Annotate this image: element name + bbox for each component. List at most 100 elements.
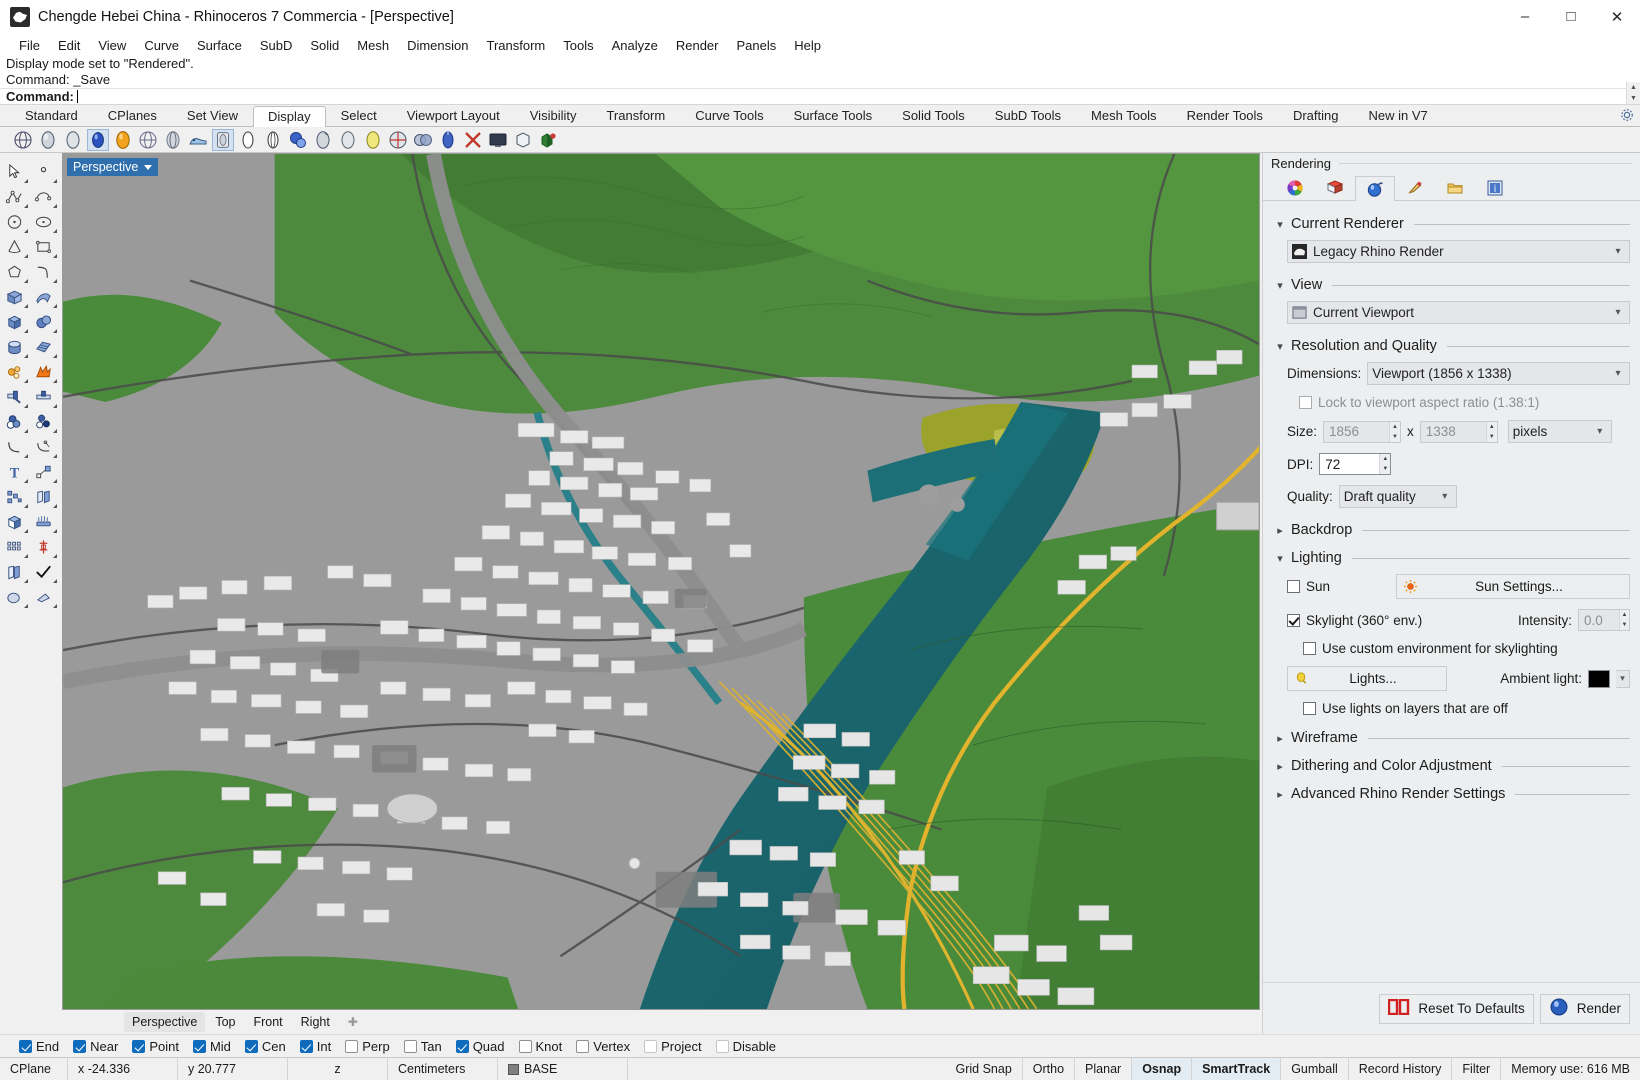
maximize-button[interactable]: □ bbox=[1548, 0, 1594, 34]
stepper-down-icon[interactable]: ▼ bbox=[1390, 432, 1400, 442]
xray-yellow-icon[interactable] bbox=[362, 129, 384, 151]
materials-tab[interactable] bbox=[1275, 175, 1315, 200]
size-units-select[interactable]: pixels ▾ bbox=[1507, 420, 1612, 443]
scale-icon[interactable] bbox=[29, 459, 58, 484]
command-prompt[interactable]: Command: bbox=[0, 88, 1640, 104]
view-select[interactable]: Current Viewport ▾ bbox=[1287, 301, 1630, 324]
osnap-knot[interactable]: Knot bbox=[514, 1039, 568, 1054]
polyline-icon[interactable] bbox=[0, 184, 29, 209]
shaded-ghosted-icon[interactable] bbox=[62, 129, 84, 151]
status-osnap[interactable]: Osnap bbox=[1132, 1058, 1193, 1080]
intensity-stepper[interactable]: 0.0 ▲ ▼ bbox=[1578, 609, 1630, 631]
fillet-icon[interactable] bbox=[0, 434, 29, 459]
chevron-right-icon[interactable]: ▸ bbox=[1275, 524, 1285, 537]
ambient-light-swatch[interactable] bbox=[1588, 669, 1610, 688]
chevron-down-icon[interactable]: ▾ bbox=[1275, 279, 1285, 292]
lights-array-icon[interactable] bbox=[29, 509, 58, 534]
curve-icon[interactable] bbox=[29, 184, 58, 209]
tab-solid-tools[interactable]: Solid Tools bbox=[887, 105, 980, 126]
rendered-icon[interactable] bbox=[87, 128, 109, 151]
osnap-near-checkbox[interactable] bbox=[73, 1039, 87, 1053]
cycles-icon[interactable] bbox=[437, 129, 459, 151]
tab-standard[interactable]: Standard bbox=[10, 105, 93, 126]
osnap-project-checkbox[interactable] bbox=[644, 1039, 658, 1053]
boolean-difference-icon[interactable] bbox=[29, 409, 58, 434]
viewport-label[interactable]: Perspective bbox=[67, 158, 159, 176]
boolean-flame-icon[interactable] bbox=[29, 359, 58, 384]
size-width-stepper[interactable]: 1856 ▲ ▼ bbox=[1323, 420, 1402, 443]
ellipse-icon[interactable] bbox=[29, 209, 58, 234]
osnap-point-checkbox[interactable] bbox=[132, 1039, 146, 1053]
status-cplane[interactable]: CPlane bbox=[0, 1058, 68, 1080]
gear-icon[interactable] bbox=[1620, 108, 1634, 122]
render-box-icon[interactable] bbox=[0, 509, 29, 534]
close-button[interactable]: ✕ bbox=[1594, 0, 1640, 34]
explode-icon[interactable] bbox=[0, 359, 29, 384]
chevron-down-icon[interactable] bbox=[144, 164, 153, 170]
osnap-mid-checkbox[interactable] bbox=[192, 1039, 206, 1053]
menu-view[interactable]: View bbox=[89, 36, 135, 55]
layer-icon[interactable] bbox=[0, 559, 29, 584]
viewport-tab-perspective[interactable]: Perspective bbox=[124, 1012, 206, 1032]
circle-icon[interactable] bbox=[0, 209, 29, 234]
viewport-tab-front[interactable]: Front bbox=[245, 1012, 290, 1032]
arctic-icon[interactable] bbox=[112, 129, 134, 151]
fillet-surface-icon[interactable] bbox=[29, 434, 58, 459]
xray-icon[interactable] bbox=[162, 129, 184, 151]
technical-icon[interactable] bbox=[187, 129, 209, 151]
osnap-int-checkbox[interactable] bbox=[299, 1039, 313, 1053]
semitransparent-icon[interactable] bbox=[137, 129, 159, 151]
osnap-knot-checkbox[interactable] bbox=[518, 1039, 532, 1053]
shade-icon[interactable] bbox=[0, 584, 29, 609]
select-arrow-icon[interactable] bbox=[0, 159, 29, 184]
status-layer[interactable]: BASE bbox=[498, 1058, 628, 1080]
tab-subd-tools[interactable]: SubD Tools bbox=[980, 105, 1076, 126]
chevron-down-icon[interactable]: ▾ bbox=[1593, 426, 1607, 437]
osnap-near[interactable]: Near bbox=[68, 1039, 123, 1054]
lock-aspect-checkbox[interactable] bbox=[1299, 396, 1312, 409]
artistic-icon[interactable] bbox=[212, 128, 234, 151]
osnap-tan-checkbox[interactable] bbox=[403, 1039, 417, 1053]
reset-to-defaults-button[interactable]: Reset To Defaults bbox=[1379, 993, 1534, 1024]
command-scrollbar[interactable]: ▲ ▼ bbox=[1626, 82, 1640, 104]
size-height-stepper[interactable]: 1338 ▲ ▼ bbox=[1419, 420, 1498, 443]
osnap-point[interactable]: Point bbox=[127, 1039, 184, 1054]
tab-set-view[interactable]: Set View bbox=[172, 105, 253, 126]
menu-edit[interactable]: Edit bbox=[49, 36, 89, 55]
minimize-button[interactable]: – bbox=[1502, 0, 1548, 34]
stepper-down-icon[interactable]: ▼ bbox=[1487, 432, 1497, 442]
tab-surface-tools[interactable]: Surface Tools bbox=[779, 105, 888, 126]
tab-cplanes[interactable]: CPlanes bbox=[93, 105, 172, 126]
menu-solid[interactable]: Solid bbox=[301, 36, 348, 55]
surface-array-icon[interactable] bbox=[29, 334, 58, 359]
status-grid-snap[interactable]: Grid Snap bbox=[946, 1058, 1023, 1080]
offset-icon[interactable] bbox=[29, 484, 58, 509]
chevron-right-icon[interactable]: ▸ bbox=[1275, 788, 1285, 801]
osnap-project[interactable]: Project bbox=[639, 1039, 706, 1054]
render-button[interactable]: Render bbox=[1539, 993, 1630, 1024]
stepper-up-icon[interactable]: ▲ bbox=[1620, 610, 1629, 620]
lights-button[interactable]: Lights... bbox=[1287, 666, 1447, 691]
tab-drafting[interactable]: Drafting bbox=[1278, 105, 1354, 126]
stepper-down-icon[interactable]: ▼ bbox=[1620, 620, 1629, 630]
menu-surface[interactable]: Surface bbox=[188, 36, 251, 55]
menu-analyze[interactable]: Analyze bbox=[603, 36, 667, 55]
use-lights-off-layers-checkbox[interactable] bbox=[1303, 702, 1316, 715]
sphere-icon[interactable] bbox=[29, 309, 58, 334]
osnap-cen-checkbox[interactable] bbox=[244, 1039, 258, 1053]
status-filter[interactable]: Filter bbox=[1452, 1058, 1502, 1080]
pen-icon[interactable] bbox=[237, 129, 259, 151]
rendering-tab[interactable] bbox=[1355, 176, 1395, 201]
dimensions-select[interactable]: Viewport (1856 x 1338) ▾ bbox=[1367, 362, 1630, 385]
osnap-perp-checkbox[interactable] bbox=[345, 1039, 359, 1053]
menu-mesh[interactable]: Mesh bbox=[348, 36, 398, 55]
sun-checkbox[interactable] bbox=[1287, 580, 1300, 593]
array-icon[interactable] bbox=[0, 484, 29, 509]
menu-tools[interactable]: Tools bbox=[554, 36, 602, 55]
shade-selected-icon[interactable] bbox=[287, 129, 309, 151]
chevron-right-icon[interactable]: ▸ bbox=[1275, 732, 1285, 745]
preview-sphere-icon[interactable] bbox=[412, 129, 434, 151]
menu-help[interactable]: Help bbox=[785, 36, 830, 55]
tab-select[interactable]: Select bbox=[326, 105, 392, 126]
osnap-end[interactable]: End bbox=[14, 1039, 64, 1054]
